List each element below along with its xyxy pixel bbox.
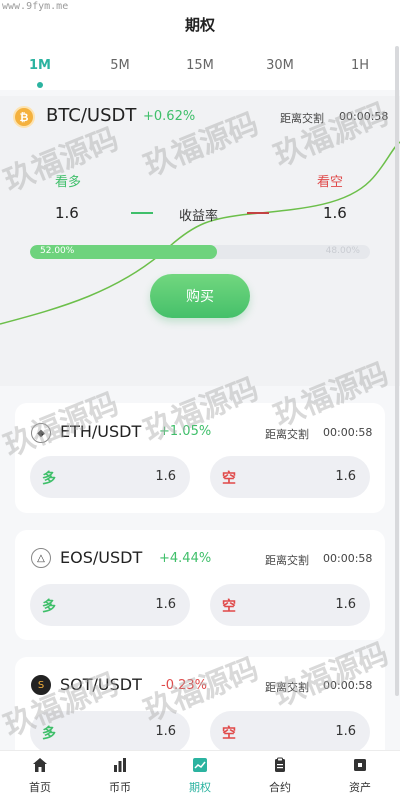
home-icon [33, 758, 47, 772]
tab-1h[interactable]: 1H [335, 58, 385, 73]
up-rate-value: 1.6 [55, 204, 79, 222]
card-pair-name: EOS/USDT [60, 548, 143, 567]
ratio-progress-bar: 52.00% 48.00% [30, 245, 370, 259]
up-legend-line [131, 212, 153, 214]
wallet-icon [354, 759, 366, 771]
nav-spot[interactable]: 币币 [80, 751, 160, 800]
nav-label: 资产 [349, 781, 371, 794]
nav-label: 合约 [269, 781, 291, 794]
main-option-panel [0, 96, 400, 386]
card-change: -0.23% [161, 678, 207, 693]
short-button[interactable]: 空 1.6 [210, 456, 370, 498]
long-label: 多 [42, 726, 56, 742]
card-change: +1.05% [159, 424, 212, 439]
countdown-time: 00:00:58 [339, 110, 389, 123]
card-countdown-label: 距离交割 [265, 681, 309, 694]
main-pair-name: BTC/USDT [46, 105, 137, 126]
market-card-eos[interactable]: △ EOS/USDT +4.44% 距离交割 00:00:58 多 1.6 空 … [15, 530, 385, 640]
nav-contract[interactable]: 合约 [240, 751, 320, 800]
sot-icon: S [31, 675, 51, 695]
long-rate: 1.6 [155, 597, 176, 612]
period-tabs: 1M 5M 15M 30M 1H [0, 46, 400, 90]
short-label: 空 [222, 726, 236, 742]
bar-chart-icon [114, 758, 126, 772]
down-legend-line [247, 212, 269, 214]
long-button[interactable]: 多 1.6 [30, 456, 190, 498]
tab-30m[interactable]: 30M [255, 58, 305, 73]
bitcoin-icon: ₿ [13, 106, 35, 128]
clipboard-icon [275, 757, 285, 772]
scrollbar[interactable] [395, 46, 399, 696]
rate-label: 收益率 [179, 209, 219, 224]
top-bar: www.9fym.me 期权 [0, 0, 400, 46]
short-rate: 1.6 [335, 469, 356, 484]
tab-15m[interactable]: 15M [175, 58, 225, 73]
bottom-nav: 首页 币币 期权 合约 资产 [0, 750, 400, 800]
buy-button[interactable]: 购买 [150, 274, 250, 318]
ratio-progress-right-text: 48.00% [325, 246, 360, 256]
card-countdown-time: 00:00:58 [323, 679, 373, 692]
card-pair-name: ETH/USDT [60, 422, 142, 441]
short-rate: 1.6 [335, 724, 356, 739]
nav-home[interactable]: 首页 [0, 751, 80, 800]
trend-icon [193, 758, 207, 772]
long-label: 多 [42, 471, 56, 487]
card-countdown-label: 距离交割 [265, 428, 309, 441]
card-pair-name: SOT/USDT [60, 675, 142, 694]
main-change: +0.62% [143, 109, 196, 124]
tab-1m[interactable]: 1M [15, 58, 65, 73]
card-countdown-time: 00:00:58 [323, 552, 373, 565]
long-button[interactable]: 多 1.6 [30, 711, 190, 753]
long-label: 多 [42, 599, 56, 615]
nav-label: 首页 [29, 781, 51, 794]
card-countdown-label: 距离交割 [265, 554, 309, 567]
look-up-label[interactable]: 看多 [55, 171, 81, 190]
tab-5m[interactable]: 5M [95, 58, 145, 73]
ethereum-icon: ◆ [31, 423, 51, 443]
long-rate: 1.6 [155, 469, 176, 484]
down-rate-value: 1.6 [323, 204, 347, 222]
short-label: 空 [222, 471, 236, 487]
ratio-progress-text: 52.00% [40, 246, 75, 256]
short-label: 空 [222, 599, 236, 615]
nav-assets[interactable]: 资产 [320, 751, 400, 800]
long-button[interactable]: 多 1.6 [30, 584, 190, 626]
market-card-eth[interactable]: ◆ ETH/USDT +1.05% 距离交割 00:00:58 多 1.6 空 … [15, 403, 385, 513]
card-countdown-time: 00:00:58 [323, 426, 373, 439]
nav-options[interactable]: 期权 [160, 751, 240, 800]
card-change: +4.44% [159, 551, 212, 566]
active-tab-indicator [37, 82, 43, 88]
countdown-label: 距离交割 [280, 112, 324, 125]
nav-label: 期权 [189, 781, 211, 794]
short-button[interactable]: 空 1.6 [210, 584, 370, 626]
short-rate: 1.6 [335, 597, 356, 612]
watermark-url: www.9fym.me [2, 1, 69, 12]
short-button[interactable]: 空 1.6 [210, 711, 370, 753]
eos-icon: △ [31, 548, 51, 568]
page-title: 期权 [184, 16, 215, 34]
look-down-label[interactable]: 看空 [317, 171, 343, 190]
nav-label: 币币 [109, 781, 131, 794]
long-rate: 1.6 [155, 724, 176, 739]
